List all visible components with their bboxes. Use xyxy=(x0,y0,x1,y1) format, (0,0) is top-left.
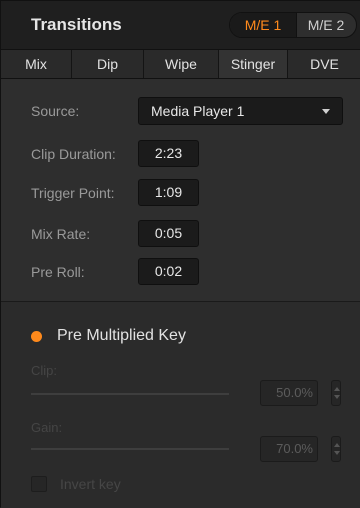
stepper-up-icon[interactable] xyxy=(334,387,340,391)
source-dropdown[interactable]: Media Player 1 xyxy=(138,97,343,125)
tab-stinger[interactable]: Stinger xyxy=(219,50,288,78)
stepper-down-icon[interactable] xyxy=(334,451,340,455)
clip-value-field[interactable]: 50.0% xyxy=(260,380,318,406)
gain-value-field[interactable]: 70.0% xyxy=(260,436,318,462)
panel-header: Transitions M/E 1 M/E 2 xyxy=(1,1,360,49)
stepper-up-icon[interactable] xyxy=(334,443,340,447)
tab-wipe[interactable]: Wipe xyxy=(144,50,219,78)
invert-key-checkbox[interactable] xyxy=(31,476,47,492)
me2-button[interactable]: M/E 2 xyxy=(296,13,356,37)
clip-duration-field[interactable]: 2:23 xyxy=(138,140,199,167)
mix-rate-label: Mix Rate: xyxy=(31,226,91,242)
trigger-point-label: Trigger Point: xyxy=(31,185,115,201)
me-selector: M/E 1 M/E 2 xyxy=(229,12,357,38)
clip-stepper[interactable] xyxy=(331,380,341,406)
pre-multiplied-radio[interactable] xyxy=(31,331,42,342)
tab-mix[interactable]: Mix xyxy=(1,50,72,78)
chevron-down-icon xyxy=(322,109,330,114)
me1-button[interactable]: M/E 1 xyxy=(230,13,297,37)
panel-title: Transitions xyxy=(31,15,122,34)
gain-stepper[interactable] xyxy=(331,436,341,462)
tab-dip[interactable]: Dip xyxy=(72,50,144,78)
pre-multiplied-key-label[interactable]: Pre Multiplied Key xyxy=(57,327,186,345)
tab-dve[interactable]: DVE xyxy=(288,50,360,78)
transitions-panel: Transitions M/E 1 M/E 2 Mix Dip Wipe Sti… xyxy=(0,0,360,508)
pre-roll-field[interactable]: 0:02 xyxy=(138,258,199,285)
clip-label: Clip: xyxy=(31,363,58,378)
pre-roll-label: Pre Roll: xyxy=(31,264,85,280)
clip-duration-label: Clip Duration: xyxy=(31,146,116,162)
gain-label: Gain: xyxy=(31,420,63,435)
stepper-down-icon[interactable] xyxy=(334,395,340,399)
source-label: Source: xyxy=(31,103,80,119)
invert-key-label[interactable]: Invert key xyxy=(60,476,121,492)
source-value: Media Player 1 xyxy=(151,103,245,119)
clip-slider[interactable] xyxy=(31,393,229,395)
transition-tabs: Mix Dip Wipe Stinger DVE xyxy=(1,49,360,79)
trigger-point-field[interactable]: 1:09 xyxy=(138,179,199,206)
mix-rate-field[interactable]: 0:05 xyxy=(138,220,199,247)
gain-slider[interactable] xyxy=(31,448,229,450)
